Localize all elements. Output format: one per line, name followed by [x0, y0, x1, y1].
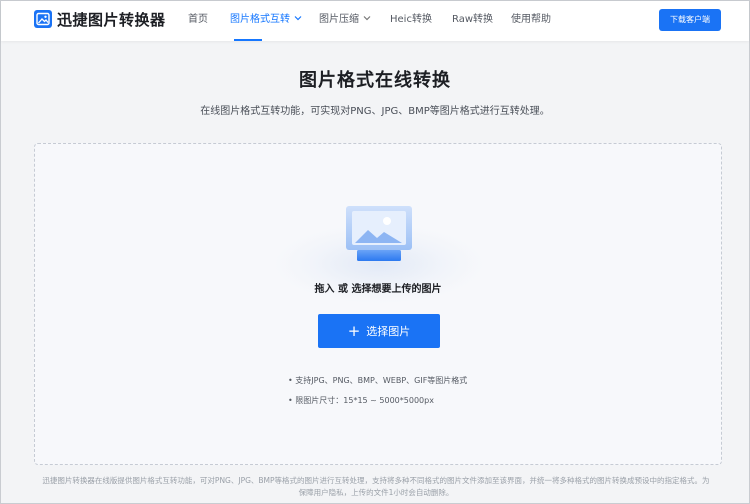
nav-heic[interactable]: Heic转换 — [390, 13, 432, 27]
nav-raw-label: Raw转换 — [452, 14, 494, 25]
upload-drop-zone[interactable]: 拖入 或 选择想要上传的图片 + 选择图片 • 支持JPG、PNG、BMP、WEB… — [34, 143, 722, 465]
nav-format-convert-label: 图片格式互转 — [230, 14, 290, 25]
page-subtitle: 在线图片格式互转功能，可实现对PNG、JPG、BMP等图片格式进行互转处理。 — [200, 106, 550, 117]
image-upload-icon — [346, 206, 412, 261]
chevron-down-icon — [294, 16, 302, 21]
download-client-button[interactable]: 下载客户端 — [659, 9, 721, 31]
supported-formats-note: • 支持JPG、PNG、BMP、WEBP、GIF等图片格式 — [288, 376, 468, 385]
footer-description: 迅捷图片转换器在线版提供图片格式互转功能，可对PNG、JPG、BMP等格式的图片… — [42, 476, 710, 497]
active-tab-indicator — [234, 39, 262, 41]
nav-heic-label: Heic转换 — [390, 14, 432, 25]
nav-help[interactable]: 使用帮助 — [511, 13, 551, 27]
nav-home-label: 首页 — [188, 14, 208, 25]
nav-compress-label: 图片压缩 — [319, 14, 359, 25]
nav-format-convert[interactable]: 图片格式互转 — [230, 13, 303, 27]
nav-raw[interactable]: Raw转换 — [452, 13, 493, 27]
chevron-down-icon — [363, 16, 371, 21]
select-image-label: 选择图片 — [366, 325, 411, 338]
page-title: 图片格式在线转换 — [299, 70, 451, 91]
nav-home[interactable]: 首页 — [188, 13, 208, 27]
nav-compress[interactable]: 图片压缩 — [319, 13, 372, 27]
size-limit-note: • 限图片尺寸：15*15 ~ 5000*5000px — [288, 396, 434, 405]
brand-name[interactable]: 迅捷图片转换器 — [57, 10, 166, 30]
nav-help-label: 使用帮助 — [511, 14, 551, 25]
drop-hint-text: 拖入 或 选择想要上传的图片 — [314, 284, 442, 295]
plus-icon: + — [347, 322, 361, 340]
select-image-button[interactable]: + 选择图片 — [318, 314, 440, 348]
logo-icon — [34, 10, 52, 28]
top-navbar: 迅捷图片转换器 首页 图片格式互转 图片压缩 Heic转换 Raw转换 使用帮助… — [1, 1, 749, 41]
